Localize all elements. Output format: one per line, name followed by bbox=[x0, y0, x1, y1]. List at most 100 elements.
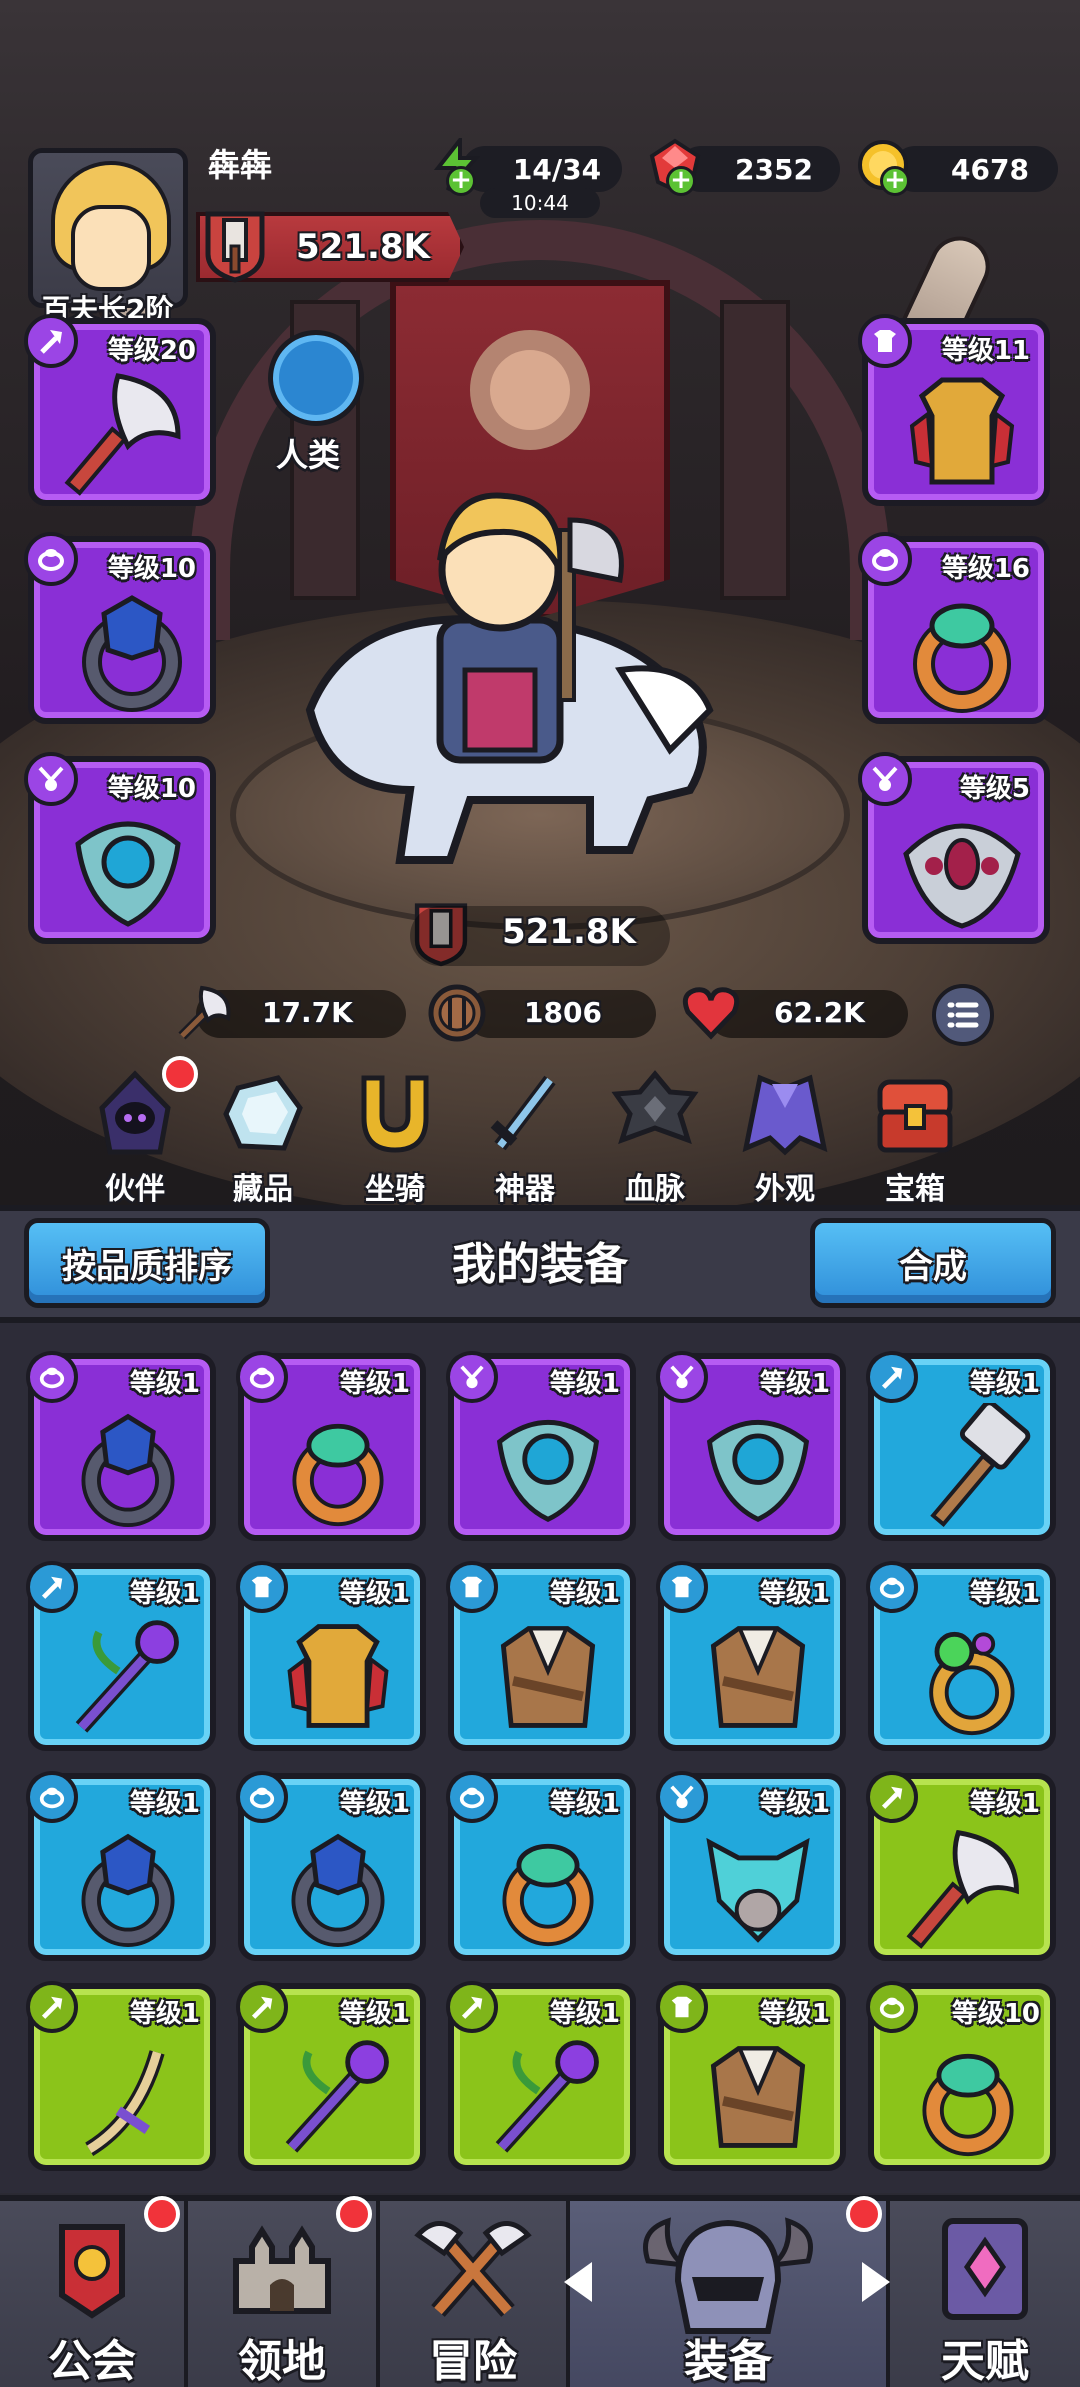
weapon-type-icon bbox=[24, 314, 78, 368]
inventory-item[interactable]: 等级1 bbox=[866, 1561, 1056, 1751]
amulet-type-icon bbox=[656, 1351, 708, 1403]
energy-value: 14/34 bbox=[512, 152, 602, 186]
nav-label: 领地 bbox=[238, 2336, 326, 2387]
inventory-item[interactable]: 等级1 bbox=[866, 1771, 1056, 1961]
item-level: 等级1 bbox=[549, 1369, 620, 1399]
slot-level: 等级16 bbox=[941, 554, 1030, 584]
hammer-icon bbox=[930, 1403, 1031, 1528]
gold-add-icon[interactable]: + bbox=[880, 166, 910, 196]
jade-ring-icon bbox=[292, 1423, 384, 1527]
equip-slot-armor[interactable]: 等级11 bbox=[858, 314, 1050, 506]
jade-ring-icon bbox=[502, 1843, 594, 1947]
amulet-icon bbox=[75, 821, 181, 927]
mount-horseshoe-icon bbox=[361, 1075, 429, 1153]
weapon-type-icon bbox=[446, 1981, 498, 2033]
green-ring-icon bbox=[929, 1631, 1015, 1736]
stats-list-icon[interactable] bbox=[932, 984, 994, 1046]
feature-bloodline[interactable]: 血脉 bbox=[600, 1068, 710, 1207]
armor-type-icon bbox=[236, 1561, 288, 1613]
amulet-type-icon bbox=[858, 752, 912, 806]
hero-power-value: 521.8K bbox=[502, 912, 636, 952]
artifact-sword-icon bbox=[490, 1075, 556, 1151]
equip-slot-amulet-1[interactable]: 等级10 bbox=[24, 752, 216, 944]
feature-label: 神器 bbox=[495, 1172, 555, 1207]
inventory-item[interactable]: 等级1 bbox=[236, 1351, 426, 1541]
territory-castle-icon bbox=[233, 2225, 331, 2314]
inventory-item[interactable]: 等级1 bbox=[866, 1351, 1056, 1541]
feature-label: 血脉 bbox=[625, 1172, 685, 1207]
avatar[interactable] bbox=[28, 148, 188, 308]
gold-counter: 4678 bbox=[892, 146, 1058, 192]
health-heart-icon bbox=[682, 987, 740, 1040]
equip-slot-weapon[interactable]: 等级20 bbox=[24, 314, 216, 506]
inventory-item[interactable]: 等级10 bbox=[866, 1981, 1056, 2171]
hero-on-wolf-illustration bbox=[305, 492, 714, 864]
nav-label: 装备 bbox=[684, 2336, 772, 2387]
inventory-grid: 等级1 等级1 等级1 等级1 等级1 等级1 等级1 等级1 等级1 等级1 等级1 等级1 等级1 等… bbox=[0, 1323, 1080, 2193]
equipment-notification-badge bbox=[846, 2196, 882, 2232]
inventory-item[interactable]: 等级1 bbox=[656, 1561, 846, 1751]
armor-icon bbox=[909, 377, 1015, 485]
inventory-item[interactable]: 等级1 bbox=[446, 1981, 636, 2171]
feature-label: 藏品 bbox=[233, 1172, 293, 1207]
inventory-item[interactable]: 等级1 bbox=[26, 1561, 216, 1751]
feature-treasure-chest[interactable]: 宝箱 bbox=[860, 1068, 970, 1207]
equip-slot-amulet-2[interactable]: 等级5 bbox=[858, 752, 1050, 944]
energy-timer: 10:44 bbox=[480, 188, 600, 218]
feature-collection[interactable]: 藏品 bbox=[208, 1068, 318, 1207]
feature-artifact[interactable]: 神器 bbox=[470, 1068, 580, 1207]
slot-level: 等级10 bbox=[107, 774, 196, 804]
appearance-cloak-icon bbox=[742, 1074, 828, 1156]
leather-vest-icon bbox=[500, 1626, 596, 1728]
equip-slot-ring-2[interactable]: 等级16 bbox=[858, 532, 1050, 724]
nav-label: 天赋 bbox=[941, 2336, 1029, 2387]
energy-add-icon[interactable]: + bbox=[446, 166, 476, 196]
pillar-right bbox=[720, 300, 790, 600]
attack-axe-icon bbox=[178, 985, 231, 1040]
item-level: 等级1 bbox=[549, 1579, 620, 1609]
item-level: 等级1 bbox=[339, 1369, 410, 1399]
weapon-type-icon bbox=[26, 1561, 78, 1613]
defense-stat: 1806 bbox=[466, 990, 656, 1038]
inventory-item[interactable]: 等级1 bbox=[656, 1981, 846, 2171]
ring-type-icon bbox=[446, 1771, 498, 1823]
equip-slot-ring-1[interactable]: 等级10 bbox=[24, 532, 216, 724]
ring-icon bbox=[82, 595, 182, 712]
nav-adventure[interactable]: 冒险 bbox=[380, 2201, 570, 2387]
item-level: 等级1 bbox=[969, 1369, 1040, 1399]
slot-level: 等级10 bbox=[107, 554, 196, 584]
health-value: 62.2K bbox=[774, 996, 865, 1029]
inventory-item[interactable]: 等级1 bbox=[26, 1351, 216, 1541]
inventory-item[interactable]: 等级1 bbox=[26, 1771, 216, 1961]
item-level: 等级1 bbox=[549, 1789, 620, 1819]
gems-value: 2352 bbox=[735, 152, 813, 186]
nav-talent[interactable]: 天赋 bbox=[890, 2201, 1080, 2387]
nav-equipment[interactable]: 装备 bbox=[570, 2201, 890, 2387]
staff-icon bbox=[495, 2040, 599, 2153]
power-shield-icon bbox=[205, 211, 265, 283]
inventory-item[interactable]: 等级1 bbox=[446, 1771, 636, 1961]
item-level: 等级1 bbox=[339, 1579, 410, 1609]
armor-type-icon bbox=[446, 1561, 498, 1613]
inventory-item[interactable]: 等级1 bbox=[446, 1561, 636, 1751]
feature-appearance[interactable]: 外观 bbox=[730, 1068, 840, 1207]
axe-icon bbox=[906, 1829, 1019, 1949]
player-name: 犇犇 bbox=[208, 146, 273, 184]
slot-level: 等级11 bbox=[941, 336, 1030, 366]
inventory-item[interactable]: 等级1 bbox=[656, 1351, 846, 1541]
inventory-item[interactable]: 等级1 bbox=[236, 1561, 426, 1751]
partner-notification-badge bbox=[162, 1056, 198, 1092]
race-badge-icon[interactable] bbox=[268, 330, 364, 426]
inventory-item[interactable]: 等级1 bbox=[446, 1351, 636, 1541]
territory-notification-badge bbox=[336, 2196, 372, 2232]
inventory-item[interactable]: 等级1 bbox=[656, 1771, 846, 1961]
gems-add-icon[interactable]: + bbox=[666, 166, 696, 196]
talent-book-icon bbox=[942, 2218, 1028, 2320]
merge-button[interactable]: 合成 bbox=[810, 1218, 1056, 1308]
inventory-item[interactable]: 等级1 bbox=[236, 1981, 426, 2171]
dark-ring-icon bbox=[291, 1833, 385, 1948]
feature-mount[interactable]: 坐骑 bbox=[340, 1068, 450, 1207]
inventory-item[interactable]: 等级1 bbox=[26, 1981, 216, 2171]
weapon-type-icon bbox=[866, 1771, 918, 1823]
inventory-item[interactable]: 等级1 bbox=[236, 1771, 426, 1961]
